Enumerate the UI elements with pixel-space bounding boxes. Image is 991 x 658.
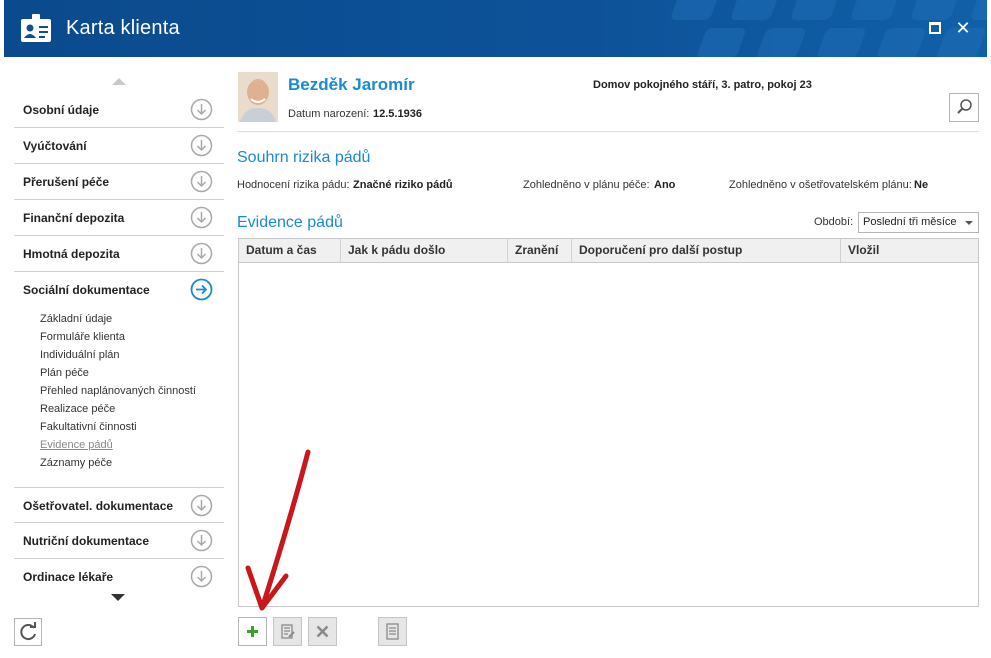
sidebar-item-label: Osobní údaje xyxy=(23,103,100,117)
period-select[interactable]: Poslední tři měsíce xyxy=(858,212,979,233)
document-icon xyxy=(386,623,399,640)
sidebar-item-osobni-udaje[interactable]: Osobní údaje xyxy=(14,92,224,128)
id-card-icon xyxy=(21,14,51,42)
dob-label: Datum narození: xyxy=(288,108,370,120)
arrow-down-circle-icon xyxy=(190,206,213,229)
subitem-plan-pece[interactable]: Plán péče xyxy=(40,367,89,379)
title-bar-pattern xyxy=(671,0,987,57)
period-label: Období: xyxy=(814,216,854,228)
risk-value: Značné riziko pádů xyxy=(353,179,453,191)
maximize-button[interactable] xyxy=(929,22,941,34)
sidebar-item-label: Sociální dokumentace xyxy=(23,283,150,297)
scroll-down-arrow-icon[interactable] xyxy=(111,594,125,601)
delete-button[interactable] xyxy=(308,617,337,646)
nursing-plan-label: Zohledněno v ošetřovatelském plánu: xyxy=(729,179,912,191)
sidebar-item-label: Ošetřovatel. dokumentace xyxy=(23,499,174,513)
table-header: Datum a čas Jak k pádu došlo Zranění Dop… xyxy=(239,239,978,263)
arrow-down-circle-icon xyxy=(190,565,213,588)
sidebar-item-hmotna-depozita[interactable]: Hmotná depozita xyxy=(14,236,224,272)
risk-label: Hodnocení rizika pádu: xyxy=(237,179,350,191)
client-name: Bezděk Jaromír xyxy=(288,75,415,94)
sidebar-item-label: Nutriční dokumentace xyxy=(23,534,150,548)
sidebar-item-vyuctovani[interactable]: Vyúčtování xyxy=(14,128,224,164)
evidence-title: Evidence pádů xyxy=(237,214,343,231)
arrow-right-circle-icon xyxy=(190,278,213,301)
arrow-down-circle-icon xyxy=(190,494,213,517)
client-portrait-icon xyxy=(238,72,278,122)
care-plan-label: Zohledněno v plánu péče: xyxy=(523,179,650,191)
chevron-down-icon xyxy=(965,221,973,225)
report-button[interactable] xyxy=(378,617,407,646)
column-header-doporuceni[interactable]: Doporučení pro další postup xyxy=(572,239,841,262)
subitem-individualni-plan[interactable]: Individuální plán xyxy=(40,349,120,361)
search-icon xyxy=(957,99,972,114)
arrow-down-circle-icon xyxy=(190,134,213,157)
sidebar-item-socialni-dokumentace[interactable]: Sociální dokumentace xyxy=(14,272,224,308)
sidebar-item-label: Vyúčtování xyxy=(23,139,87,153)
arrow-down-circle-icon xyxy=(190,170,213,193)
sidebar-item-label: Přerušení péče xyxy=(23,175,110,189)
subitem-formulare-klienta[interactable]: Formuláře klienta xyxy=(40,331,125,343)
column-header-jak[interactable]: Jak k pádu došlo xyxy=(341,239,508,262)
arrow-down-circle-icon xyxy=(190,98,213,121)
arrow-down-circle-icon xyxy=(190,529,213,552)
edit-document-icon xyxy=(281,624,295,639)
summary-title: Souhrn rizika pádů xyxy=(237,149,371,166)
client-card-window: Karta klienta ✕ Osobní údaje Vyúčtování … xyxy=(0,0,991,658)
period-select-value: Poslední tři měsíce xyxy=(863,216,957,228)
client-residence: Domov pokojného stáří, 3. patro, pokoj 2… xyxy=(593,79,812,91)
column-header-datum[interactable]: Datum a čas xyxy=(239,239,341,262)
sidebar-item-osetrovatel-dokumentace[interactable]: Ošetřovatel. dokumentace xyxy=(14,487,224,523)
falls-table: Datum a čas Jak k pádu došlo Zranění Dop… xyxy=(238,238,979,607)
close-button[interactable]: ✕ xyxy=(952,16,974,40)
sidebar-item-nutricni-dokumentace[interactable]: Nutriční dokumentace xyxy=(14,523,224,559)
scroll-up-arrow-icon[interactable] xyxy=(112,78,126,85)
sidebar-item-ordinace-lekare[interactable]: Ordinace lékaře xyxy=(14,559,224,595)
subitem-prehled-naplanovanych-cinnosti[interactable]: Přehled naplánovaných činností xyxy=(40,385,196,397)
search-button[interactable] xyxy=(949,93,979,122)
subitem-fakultativni-cinnosti[interactable]: Fakultativní činnosti xyxy=(40,421,137,433)
add-button[interactable] xyxy=(238,617,267,646)
sidebar-item-financni-depozita[interactable]: Finanční depozita xyxy=(14,200,224,236)
client-photo xyxy=(238,72,278,122)
title-bar: Karta klienta ✕ xyxy=(4,0,987,57)
edit-button[interactable] xyxy=(273,617,302,646)
sidebar-item-label: Finanční depozita xyxy=(23,211,125,225)
refresh-button[interactable] xyxy=(14,618,42,646)
sidebar: Osobní údaje Vyúčtování Přerušení péče F… xyxy=(0,57,226,602)
column-header-vlozil[interactable]: Vložil xyxy=(841,239,978,262)
subitem-realizace-pece[interactable]: Realizace péče xyxy=(40,403,115,415)
window-title: Karta klienta xyxy=(66,17,180,39)
delete-x-icon xyxy=(316,625,329,638)
arrow-down-circle-icon xyxy=(190,242,213,265)
subitem-evidence-padu[interactable]: Evidence pádů xyxy=(40,439,113,451)
sidebar-item-label: Ordinace lékaře xyxy=(23,570,114,584)
column-header-zraneni[interactable]: Zranění xyxy=(508,239,572,262)
nursing-plan-value: Ne xyxy=(914,179,929,191)
care-plan-value: Ano xyxy=(654,179,676,191)
header-divider xyxy=(237,131,979,132)
subitem-zaznamy-pece[interactable]: Záznamy péče xyxy=(40,457,112,469)
sidebar-item-preruseni-pece[interactable]: Přerušení péče xyxy=(14,164,224,200)
subitem-zakladni-udaje[interactable]: Základní údaje xyxy=(40,313,112,325)
refresh-icon xyxy=(20,622,36,641)
sidebar-item-label: Hmotná depozita xyxy=(23,247,120,261)
dob-value: 12.5.1936 xyxy=(373,108,422,120)
plus-icon xyxy=(247,626,258,637)
